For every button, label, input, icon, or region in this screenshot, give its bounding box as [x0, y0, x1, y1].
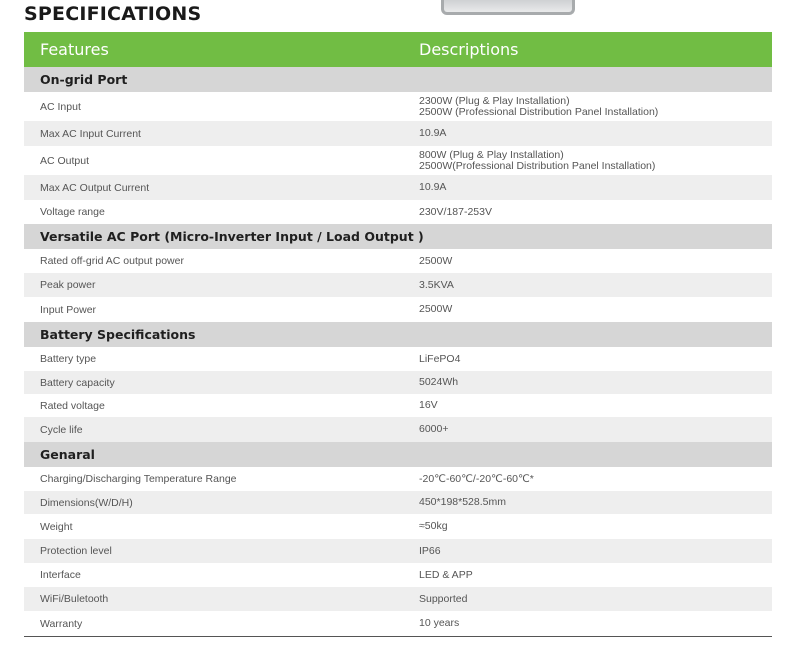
feature-cell: Cycle life: [40, 423, 83, 436]
specifications-table: Features Descriptions On-grid Port AC Inp…: [24, 32, 772, 637]
feature-cell: Dimensions(W/D/H): [40, 496, 133, 509]
feature-cell: Peak power: [40, 279, 96, 291]
description-cell: 450*198*528.5mm: [419, 497, 772, 508]
description-line: 6000+: [419, 423, 449, 435]
description-line: 450*198*528.5mm: [419, 496, 506, 508]
table-row: Peak power 3.5KVA: [24, 273, 772, 297]
header-features: Features: [40, 40, 109, 59]
feature-cell: Battery capacity: [40, 376, 115, 389]
feature-cell: Protection level: [40, 545, 112, 557]
description-line: 2500W: [419, 303, 453, 315]
description-line: 2500W (Professional Distribution Panel I…: [419, 105, 659, 118]
table-row: AC Output 800W (Plug & Play Installation)…: [24, 146, 772, 175]
description-cell: 2500W: [419, 304, 772, 315]
table-row: Max AC Input Current 10.9A: [24, 121, 772, 146]
description-cell: 6000+: [419, 424, 772, 435]
table-row: Input Power 2500W: [24, 297, 772, 322]
feature-cell: Weight: [40, 520, 73, 533]
section-header: On-grid Port: [24, 67, 772, 92]
table-row: Dimensions(W/D/H) 450*198*528.5mm: [24, 491, 772, 514]
description-cell: -20℃-60℃/-20℃-60℃*: [419, 472, 772, 485]
feature-cell: AC Input: [40, 100, 81, 113]
table-row: Battery type LiFePO4: [24, 347, 772, 371]
table-row: Protection level IP66: [24, 539, 772, 563]
description-line: 10 years: [419, 617, 460, 629]
description-cell: 5024Wh: [419, 377, 772, 388]
description-cell: 3.5KVA: [419, 278, 772, 291]
description-cell: 2300W (Plug & Play Installation) 2500W (P…: [419, 94, 772, 118]
table-body: On-grid Port AC Input 2300W (Plug & Play I…: [24, 67, 772, 636]
description-cell: 10 years: [419, 618, 772, 629]
table-row: WiFi/Buletooth Supported: [24, 587, 772, 611]
description-cell: Supported: [419, 592, 772, 605]
table-row: Charging/Discharging Temperature Range -2…: [24, 467, 772, 491]
description-line: 2500W(Professional Distribution Panel In…: [419, 159, 656, 172]
description-line: 2300W (Plug & Play Installation): [419, 94, 570, 107]
description-line: 3.5KVA: [419, 278, 454, 291]
page-title: SPECIFICATIONS: [24, 3, 202, 25]
description-cell: 16V: [419, 400, 772, 411]
description-line: 10.9A: [419, 127, 447, 139]
table-row: Voltage range 230V/187-253V: [24, 200, 772, 224]
description-line: 2500W: [419, 254, 453, 267]
table-header: Features Descriptions: [24, 32, 772, 67]
description-line: LiFePO4: [419, 352, 461, 365]
table-row: Warranty 10 years: [24, 611, 772, 636]
feature-cell: Charging/Discharging Temperature Range: [40, 473, 237, 485]
description-cell: 230V/187-253V: [419, 205, 772, 218]
feature-cell: Voltage range: [40, 206, 105, 218]
description-cell: IP66: [419, 544, 772, 557]
feature-cell: Max AC Input Current: [40, 127, 141, 140]
feature-cell: Rated voltage: [40, 399, 105, 412]
table-row: Rated off-grid AC output power 2500W: [24, 249, 772, 273]
feature-cell: Input Power: [40, 303, 97, 316]
table-row: Rated voltage 16V: [24, 394, 772, 417]
description-cell: 2500W: [419, 254, 772, 267]
description-line: -20℃-60℃/-20℃-60℃*: [419, 472, 534, 485]
description-line: 230V/187-253V: [419, 205, 492, 218]
feature-cell: Interface: [40, 569, 81, 581]
feature-cell: Battery type: [40, 353, 97, 365]
feature-cell: AC Output: [40, 154, 90, 167]
description-line: 16V: [419, 399, 438, 411]
description-line: LED & APP: [419, 568, 473, 581]
table-row: Battery capacity 5024Wh: [24, 371, 772, 394]
description-line: ≈50kg: [419, 520, 448, 532]
description-line: 800W (Plug & Play Installation): [419, 148, 564, 161]
table-row: Interface LED & APP: [24, 563, 772, 587]
feature-cell: Max AC Output Current: [40, 181, 150, 194]
description-line: 5024Wh: [419, 376, 459, 388]
description-line: IP66: [419, 544, 441, 557]
description-cell: 10.9A: [419, 182, 772, 193]
section-header: Versatile AC Port (Micro-Inverter Input …: [24, 224, 772, 249]
feature-cell: Rated off-grid AC output power: [40, 255, 184, 267]
section-header: Battery Specifications: [24, 322, 772, 347]
description-cell: LiFePO4: [419, 352, 772, 365]
description-cell: 800W (Plug & Play Installation) 2500W(Pro…: [419, 148, 772, 172]
description-line: Supported: [419, 592, 468, 605]
table-row: Max AC Output Current 10.9A: [24, 175, 772, 200]
section-header: Genaral: [24, 442, 772, 467]
feature-cell: Warranty: [40, 617, 83, 630]
feature-cell: WiFi/Buletooth: [40, 593, 109, 605]
product-image: [441, 0, 575, 15]
table-row: AC Input 2300W (Plug & Play Installation)…: [24, 92, 772, 121]
description-cell: 10.9A: [419, 128, 772, 139]
description-cell: ≈50kg: [419, 521, 772, 532]
header-descriptions: Descriptions: [419, 40, 519, 59]
description-line: 10.9A: [419, 181, 447, 193]
description-cell: LED & APP: [419, 568, 772, 581]
table-row: Weight ≈50kg: [24, 514, 772, 539]
table-row: Cycle life 6000+: [24, 417, 772, 442]
